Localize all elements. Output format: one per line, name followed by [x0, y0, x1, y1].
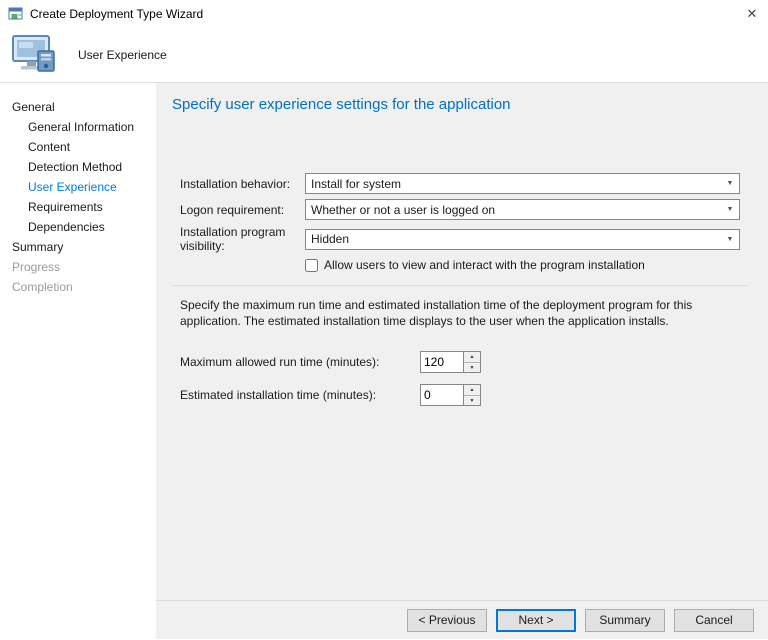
runtime-fields: Maximum allowed run time (minutes): ▲ ▼ … [180, 351, 768, 406]
spin-down-button[interactable]: ▼ [464, 396, 480, 406]
program-visibility-value: Hidden [306, 232, 721, 246]
previous-button[interactable]: < Previous [407, 609, 487, 632]
sidebar-item-detection-method[interactable]: Detection Method [0, 157, 156, 177]
program-visibility-row: Installation program visibility: Hidden … [180, 225, 740, 253]
installation-behavior-row: Installation behavior: Install for syste… [180, 173, 740, 194]
runtime-note: Specify the maximum run time and estimat… [180, 297, 740, 329]
user-experience-form: Installation behavior: Install for syste… [180, 173, 740, 272]
page-heading: Specify user experience settings for the… [156, 83, 768, 113]
wizard-footer: < Previous Next > Summary Cancel [156, 600, 768, 639]
estimated-time-input[interactable] [421, 385, 463, 405]
window-title: Create Deployment Type Wizard [30, 7, 203, 21]
close-button[interactable]: ✕ [736, 0, 768, 28]
close-icon: ✕ [747, 6, 758, 22]
allow-interact-label[interactable]: Allow users to view and interact with th… [324, 258, 645, 272]
allow-interact-checkbox[interactable] [305, 259, 318, 272]
installation-behavior-label: Installation behavior: [180, 177, 305, 191]
chevron-down-icon: ▼ [721, 206, 739, 213]
wizard-page: Specify user experience settings for the… [156, 83, 768, 639]
logon-requirement-row: Logon requirement: Whether or not a user… [180, 199, 740, 220]
installation-behavior-select[interactable]: Install for system ▼ [305, 173, 740, 194]
program-visibility-select[interactable]: Hidden ▼ [305, 229, 740, 250]
allow-interact-row: Allow users to view and interact with th… [305, 258, 740, 272]
sidebar-item-requirements[interactable]: Requirements [0, 197, 156, 217]
sidebar-item-general[interactable]: General [0, 97, 156, 117]
sidebar-item-general-information[interactable]: General Information [0, 117, 156, 137]
sidebar-item-user-experience[interactable]: User Experience [0, 177, 156, 197]
chevron-down-icon: ▼ [721, 236, 739, 243]
logon-requirement-value: Whether or not a user is logged on [306, 203, 721, 217]
max-run-time-label: Maximum allowed run time (minutes): [180, 355, 420, 369]
wizard-icon [8, 6, 24, 22]
spin-down-icon: ▼ [470, 398, 475, 404]
user-experience-icon [10, 33, 58, 77]
spin-up-button[interactable]: ▲ [464, 385, 480, 396]
next-button[interactable]: Next > [496, 609, 576, 632]
cancel-button[interactable]: Cancel [674, 609, 754, 632]
logon-requirement-select[interactable]: Whether or not a user is logged on ▼ [305, 199, 740, 220]
spin-up-icon: ▲ [470, 387, 475, 393]
installation-behavior-value: Install for system [306, 177, 721, 191]
spin-down-icon: ▼ [470, 365, 475, 371]
wizard-header: User Experience [0, 28, 768, 83]
estimated-time-row: Estimated installation time (minutes): ▲… [180, 384, 768, 406]
wizard-nav: General General Information Content Dete… [0, 83, 156, 639]
logon-requirement-label: Logon requirement: [180, 203, 305, 217]
max-run-time-stepper: ▲ ▼ [420, 351, 481, 373]
spin-down-button[interactable]: ▼ [464, 363, 480, 373]
max-run-time-input[interactable] [421, 352, 463, 372]
section-divider [172, 285, 748, 286]
max-run-time-row: Maximum allowed run time (minutes): ▲ ▼ [180, 351, 768, 373]
summary-button[interactable]: Summary [585, 609, 665, 632]
sidebar-item-completion: Completion [0, 277, 156, 297]
sidebar-item-summary[interactable]: Summary [0, 237, 156, 257]
program-visibility-label: Installation program visibility: [180, 225, 305, 253]
spin-buttons: ▲ ▼ [463, 352, 480, 372]
spin-buttons: ▲ ▼ [463, 385, 480, 405]
spin-up-button[interactable]: ▲ [464, 352, 480, 363]
sidebar-item-content[interactable]: Content [0, 137, 156, 157]
spin-up-icon: ▲ [470, 354, 475, 360]
estimated-time-label: Estimated installation time (minutes): [180, 388, 420, 402]
page-title: User Experience [78, 48, 167, 62]
chevron-down-icon: ▼ [721, 180, 739, 187]
sidebar-item-dependencies[interactable]: Dependencies [0, 217, 156, 237]
estimated-time-stepper: ▲ ▼ [420, 384, 481, 406]
sidebar-item-progress: Progress [0, 257, 156, 277]
title-bar: Create Deployment Type Wizard ✕ [0, 0, 768, 28]
